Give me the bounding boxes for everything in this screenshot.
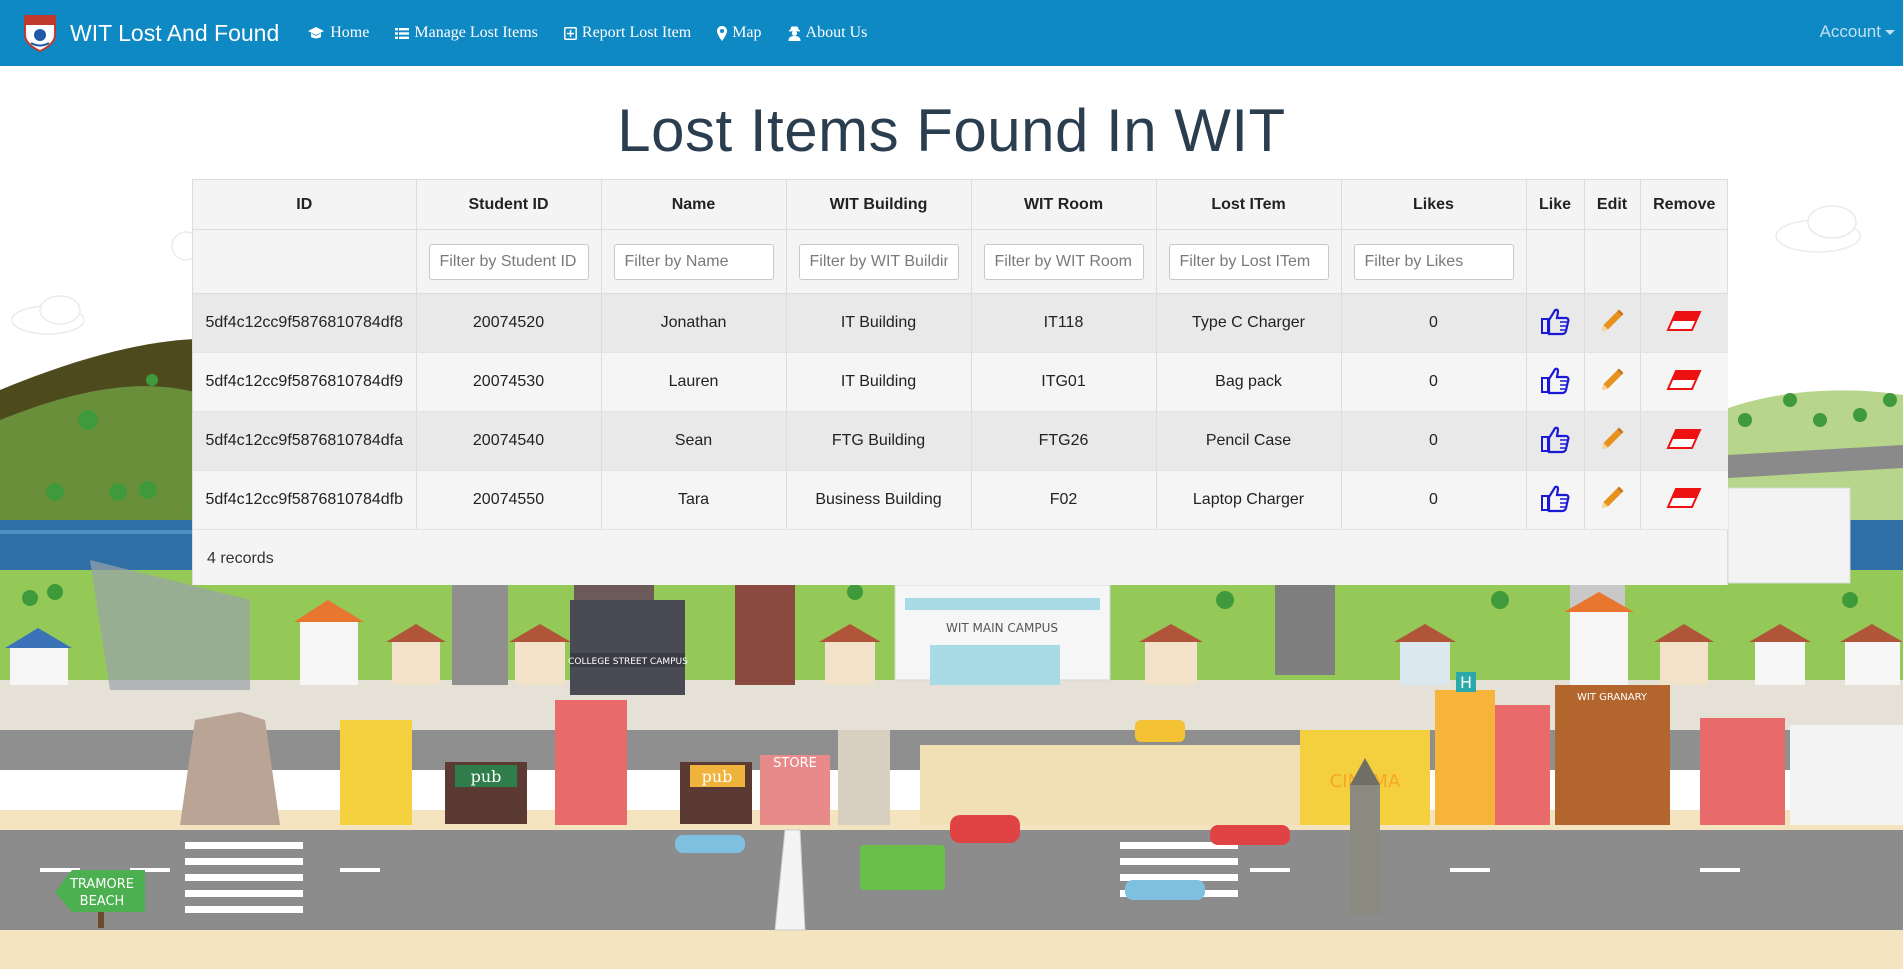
cell-lost-item: Bag pack — [1156, 352, 1342, 412]
cell-student-id: 20074530 — [416, 352, 602, 412]
cell-likes: 0 — [1341, 411, 1527, 471]
cell-building: FTG Building — [786, 411, 972, 471]
tramore-sign-line1: TRAMORE — [69, 877, 134, 892]
cell-id: 5df4c12cc9f5876810784df8 — [193, 293, 417, 353]
thumbs-up-icon[interactable] — [1540, 483, 1570, 513]
col-header-name[interactable]: Name — [601, 180, 787, 230]
thumbs-up-icon[interactable] — [1540, 306, 1570, 336]
tramore-sign-line2: BEACH — [80, 894, 125, 909]
eraser-icon[interactable] — [1666, 487, 1702, 509]
filter-building-input[interactable] — [798, 243, 959, 280]
brand-title: WIT Lost And Found — [70, 19, 280, 46]
cell-id: 5df4c12cc9f5876810784dfb — [193, 470, 417, 530]
cell-lost-item: Type C Charger — [1156, 293, 1342, 353]
cell-building: Business Building — [786, 470, 972, 530]
cell-name: Tara — [601, 470, 787, 530]
granary-sign: WIT GRANARY — [1577, 692, 1648, 703]
cell-name: Jonathan — [601, 293, 787, 353]
cell-id: 5df4c12cc9f5876810784dfa — [193, 411, 417, 471]
filter-likes-input[interactable] — [1353, 243, 1514, 280]
pencil-icon[interactable] — [1599, 485, 1625, 511]
table-row: 5df4c12cc9f5876810784df8 20074520 Jonath… — [193, 293, 1728, 353]
pub-sign-2: pub — [702, 767, 733, 786]
col-header-remove: Remove — [1640, 180, 1728, 230]
filter-student-id-input[interactable] — [428, 243, 589, 280]
cell-name: Sean — [601, 411, 787, 471]
list-icon — [395, 27, 410, 40]
cell-student-id: 20074550 — [416, 470, 602, 530]
col-header-likes[interactable]: Likes — [1341, 180, 1527, 230]
nav-home[interactable]: Home — [307, 24, 369, 42]
cell-room: FTG26 — [971, 411, 1157, 471]
pencil-icon[interactable] — [1599, 426, 1625, 452]
map-marker-icon — [717, 25, 728, 41]
hospital-sign: H — [1460, 673, 1472, 692]
col-header-lost-item[interactable]: Lost ITem — [1156, 180, 1342, 230]
lost-items-table: ID Student ID Name WIT Building WIT Room… — [192, 179, 1728, 585]
nav-report-label: Report Lost Item — [581, 24, 692, 41]
filter-lost-item-input[interactable] — [1168, 243, 1329, 280]
cell-lost-item: Laptop Charger — [1156, 470, 1342, 530]
caret-down-icon — [1885, 29, 1895, 35]
table-row: 5df4c12cc9f5876810784dfa 20074540 Sean F… — [193, 411, 1728, 471]
account-label: Account — [1819, 22, 1881, 41]
col-header-edit: Edit — [1584, 180, 1641, 230]
filter-row — [193, 229, 1728, 294]
filter-room-input[interactable] — [983, 243, 1144, 280]
top-navbar: WIT Lost And Found Home Manage Lost Item… — [0, 0, 1903, 66]
col-header-like: Like — [1526, 180, 1585, 230]
user-secret-icon — [788, 26, 801, 41]
cell-lost-item: Pencil Case — [1156, 411, 1342, 471]
table-row: 5df4c12cc9f5876810784df9 20074530 Lauren… — [193, 352, 1728, 412]
col-header-id[interactable]: ID — [193, 180, 417, 230]
plus-square-icon — [563, 26, 577, 40]
nav-map[interactable]: Map — [717, 24, 762, 42]
table-header-row: ID Student ID Name WIT Building WIT Room… — [193, 180, 1728, 230]
main-campus-label: WIT MAIN CAMPUS — [946, 621, 1058, 635]
cell-room: F02 — [971, 470, 1157, 530]
cell-likes: 0 — [1341, 470, 1527, 530]
store-sign: STORE — [773, 756, 817, 771]
col-header-wit-building[interactable]: WIT Building — [786, 180, 972, 230]
cell-student-id: 20074540 — [416, 411, 602, 471]
cell-building: IT Building — [786, 352, 972, 412]
eraser-icon[interactable] — [1666, 369, 1702, 391]
cell-likes: 0 — [1341, 293, 1527, 353]
eraser-icon[interactable] — [1666, 310, 1702, 332]
cell-student-id: 20074520 — [416, 293, 602, 353]
col-header-student-id[interactable]: Student ID — [416, 180, 602, 230]
page-title: Lost Items Found In WIT — [617, 97, 1286, 164]
brand-link[interactable]: WIT Lost And Found — [22, 13, 279, 53]
cell-room: IT118 — [971, 293, 1157, 353]
cell-room: ITG01 — [971, 352, 1157, 412]
nav-map-label: Map — [732, 24, 762, 41]
college-street-label: COLLEGE STREET CAMPUS — [568, 657, 688, 667]
nav-about-label: About Us — [805, 24, 868, 41]
nav-about-us[interactable]: About Us — [788, 24, 868, 42]
pub-sign-1: pub — [471, 767, 502, 786]
eraser-icon[interactable] — [1666, 428, 1702, 450]
account-dropdown[interactable]: Account — [1820, 22, 1895, 42]
nav-manage-lost-items[interactable]: Manage Lost Items — [395, 24, 538, 42]
pencil-icon[interactable] — [1599, 367, 1625, 393]
nav-report-lost-item[interactable]: Report Lost Item — [563, 24, 692, 42]
cell-likes: 0 — [1341, 352, 1527, 412]
pencil-icon[interactable] — [1599, 308, 1625, 334]
col-header-wit-room[interactable]: WIT Room — [971, 180, 1157, 230]
wit-crest-icon — [24, 15, 56, 53]
nav-manage-label: Manage Lost Items — [414, 24, 538, 41]
cell-id: 5df4c12cc9f5876810784df9 — [193, 352, 417, 412]
nav-home-label: Home — [330, 24, 370, 41]
graduation-cap-icon — [307, 26, 325, 40]
thumbs-up-icon[interactable] — [1540, 365, 1570, 395]
records-count: 4 records — [193, 533, 1727, 585]
table-row: 5df4c12cc9f5876810784dfb 20074550 Tara B… — [193, 470, 1728, 530]
thumbs-up-icon[interactable] — [1540, 424, 1570, 454]
cell-name: Lauren — [601, 352, 787, 412]
cell-building: IT Building — [786, 293, 972, 353]
filter-name-input[interactable] — [613, 243, 774, 280]
